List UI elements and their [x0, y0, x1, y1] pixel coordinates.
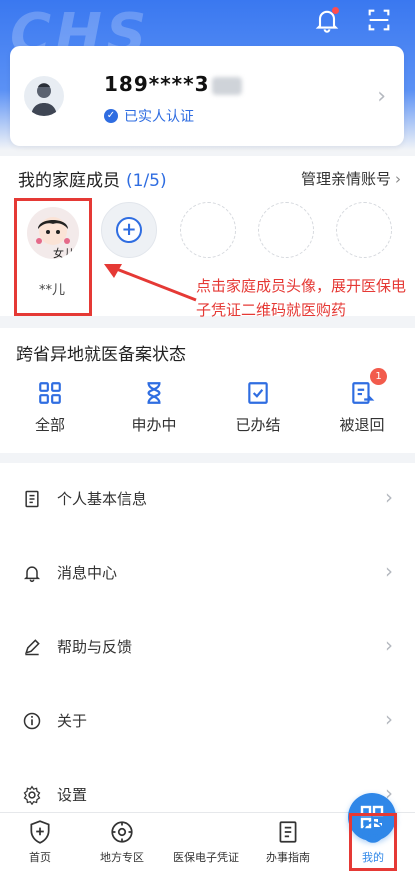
filing-returned-label: 被退回	[339, 416, 385, 434]
info-icon	[22, 711, 42, 731]
annotation-arrow	[104, 264, 197, 302]
family-count: (1/5)	[126, 171, 167, 191]
filing-title: 跨省异地就医备案状态	[16, 345, 186, 365]
returned-badge: 1	[370, 368, 387, 385]
filing-processing[interactable]: 申办中	[104, 380, 204, 435]
filing-all[interactable]: 全部	[0, 380, 100, 435]
member-name: **儿	[39, 283, 66, 298]
verified-label: 已实人认证	[124, 109, 194, 125]
chevron-right-icon: ›	[395, 170, 401, 188]
verified-status: ✓ 已实人认证	[104, 106, 194, 126]
menu-item-label: 帮助与反馈	[57, 638, 133, 656]
annotation-text: 点击家庭成员头像，展开医保电子凭证二维码就医购药	[196, 277, 407, 319]
nav-local[interactable]: 地方专区	[82, 813, 162, 877]
hourglass-icon	[141, 380, 167, 406]
profile-card[interactable]: 189****3 ✓ 已实人认证 ›	[10, 46, 404, 146]
filing-all-label: 全部	[34, 416, 65, 434]
menu-item-help[interactable]: 帮助与反馈 ›	[0, 611, 415, 685]
filing-completed[interactable]: 已办结	[208, 380, 308, 435]
return-doc-icon: 1	[349, 368, 387, 406]
menu-item-about[interactable]: 关于 ›	[0, 685, 415, 759]
nav-label: 首页	[29, 851, 51, 864]
top-icons	[313, 6, 393, 34]
pen-icon	[22, 637, 42, 657]
notification-dot	[332, 7, 339, 14]
empty-member-slot[interactable]	[336, 202, 392, 258]
nav-label: 地方专区	[100, 851, 144, 864]
nav-label: 办事指南	[266, 851, 310, 864]
smile-icon	[360, 819, 386, 845]
compass-icon	[109, 819, 135, 845]
nav-home[interactable]: 首页	[0, 813, 80, 877]
nav-medical-voucher[interactable]: 医保电子凭证	[166, 793, 396, 877]
nav-label: 我的	[362, 851, 384, 864]
plus-icon: +	[116, 217, 142, 243]
family-title: 我的家庭成员 (1/5)	[18, 171, 167, 191]
masked-digits	[211, 76, 242, 95]
document-icon	[22, 489, 42, 509]
filing-completed-label: 已办结	[235, 416, 281, 434]
shield-icon	[27, 819, 53, 845]
family-member-daughter[interactable]: 女儿 **儿	[14, 198, 92, 316]
menu-item-label: 设置	[57, 786, 88, 804]
empty-member-slot[interactable]	[180, 202, 236, 258]
bell-icon[interactable]	[313, 6, 341, 34]
bell-icon	[22, 563, 42, 583]
filing-processing-label: 申办中	[131, 416, 177, 434]
chevron-right-icon: ›	[385, 707, 393, 731]
nav-label: 医保电子凭证	[173, 851, 239, 864]
guide-icon	[275, 819, 301, 845]
avatar[interactable]	[24, 76, 64, 116]
chevron-right-icon: ›	[385, 485, 393, 509]
filing-returned[interactable]: 1 被退回	[312, 368, 412, 435]
empty-member-slot[interactable]	[258, 202, 314, 258]
chevron-right-icon: ›	[385, 559, 393, 583]
menu-item-messages[interactable]: 消息中心 ›	[0, 537, 415, 611]
daughter-avatar[interactable]: 女儿	[27, 207, 79, 259]
phone-number: 189****3	[104, 72, 242, 96]
filing-section: 跨省异地就医备案状态 全部 申办中 已办结 1 被退回	[0, 328, 415, 453]
menu-item-label: 个人基本信息	[57, 490, 148, 508]
bottom-nav: 首页 地方专区 医保电子凭证 办事指南 我的	[0, 793, 415, 877]
member-tag: 女儿	[53, 247, 75, 259]
nav-guide[interactable]: 办事指南	[248, 813, 328, 877]
menu-list: 个人基本信息 › 消息中心 › 帮助与反馈 › 关于 › 设置 ›	[0, 463, 415, 813]
menu-item-label: 关于	[57, 712, 88, 730]
manage-family-link[interactable]: 管理亲情账号 ›	[301, 168, 401, 189]
nav-me[interactable]: 我的	[333, 813, 413, 877]
scan-icon[interactable]	[365, 6, 393, 34]
chevron-right-icon: ›	[385, 633, 393, 657]
check-doc-icon	[245, 380, 271, 406]
chevron-right-icon: ›	[377, 84, 386, 109]
gear-icon	[22, 785, 42, 806]
add-member-button[interactable]: +	[101, 202, 157, 258]
menu-item-profile-info[interactable]: 个人基本信息 ›	[0, 463, 415, 537]
grid-icon	[37, 380, 63, 406]
menu-item-label: 消息中心	[57, 564, 118, 582]
verified-icon: ✓	[104, 109, 118, 123]
